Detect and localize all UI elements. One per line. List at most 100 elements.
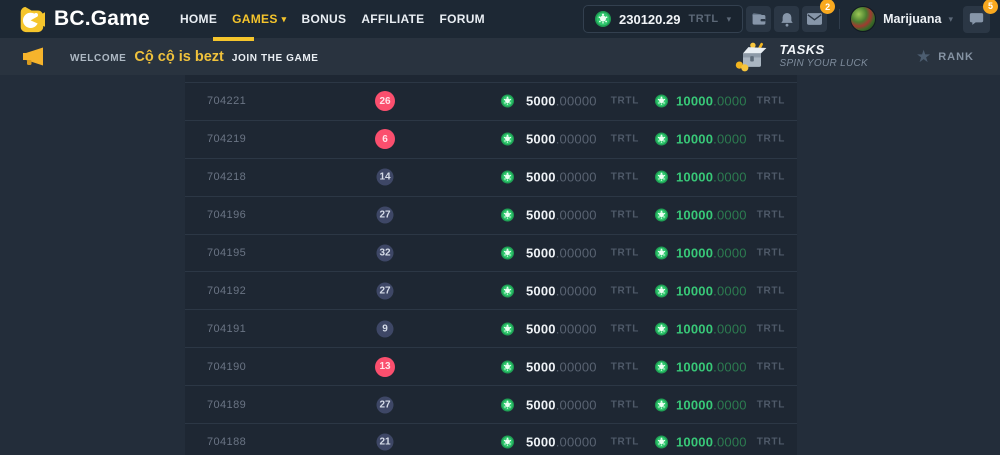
wallet-icon — [751, 12, 767, 26]
balance-amount: 230120.29 — [619, 12, 680, 27]
welcome-prefix: WELCOME — [70, 53, 126, 64]
bet-amount: 5000.00000 — [526, 321, 597, 336]
announcement-banner: WELCOME Cộ cộ is bezt JOIN THE GAME TASK… — [0, 38, 1000, 75]
main-nav: HOME GAMES▾ BONUS AFFILIATE FORUM — [180, 12, 485, 26]
user-name: Marijuana — [883, 12, 941, 26]
table-row[interactable]: 704191 9 5000.00000 TRTL 10000.0000 TRTL — [185, 309, 797, 347]
roll-result-badge: 14 — [377, 169, 394, 186]
table-row[interactable]: 704188 21 5000.00000 TRTL 10000.0000 TRT… — [185, 423, 797, 455]
table-row[interactable]: 704189 27 5000.00000 TRTL 10000.0000 TRT… — [185, 385, 797, 423]
bet-id: 704195 — [207, 247, 246, 259]
win-amount: 10000.0000 — [676, 435, 747, 450]
chevron-down-icon: ▾ — [727, 15, 732, 24]
nav-item-forum[interactable]: FORUM — [439, 12, 485, 26]
wallet-button[interactable] — [746, 6, 771, 32]
trtl-coin-icon — [501, 360, 514, 373]
bet-currency: TRTL — [611, 399, 639, 410]
user-menu[interactable]: Marijuana ▾ — [850, 6, 953, 32]
win-amount: 10000.0000 — [676, 94, 747, 109]
trtl-coin-icon — [501, 436, 514, 449]
win-currency: TRTL — [757, 96, 785, 107]
bet-amount: 5000.00000 — [526, 435, 597, 450]
table-row[interactable]: 704218 14 5000.00000 TRTL 10000.0000 TRT… — [185, 158, 797, 196]
table-row[interactable]: 704190 13 5000.00000 TRTL 10000.0000 TRT… — [185, 347, 797, 385]
win-currency: TRTL — [757, 323, 785, 334]
win-currency: TRTL — [757, 210, 785, 221]
win-amount: 10000.0000 — [676, 397, 747, 412]
notifications-button[interactable] — [774, 6, 799, 32]
nav-item-games[interactable]: GAMES▾ — [232, 12, 286, 26]
trtl-coin-icon — [501, 209, 514, 222]
trtl-coin-icon — [655, 284, 668, 297]
roll-result-badge: 9 — [377, 320, 394, 337]
trtl-coin-icon — [501, 284, 514, 297]
table-row[interactable]: 704192 27 5000.00000 TRTL 10000.0000 TRT… — [185, 271, 797, 309]
table-row[interactable]: 704219 6 5000.00000 TRTL 10000.0000 TRTL — [185, 120, 797, 158]
trtl-coin-icon — [501, 398, 514, 411]
welcome-suffix: JOIN THE GAME — [232, 53, 319, 64]
win-amount: 10000.0000 — [676, 321, 747, 336]
bet-id: 704189 — [207, 399, 246, 411]
win-currency: TRTL — [757, 399, 785, 410]
welcome-message[interactable]: WELCOME Cộ cộ is bezt JOIN THE GAME — [70, 49, 319, 65]
win-amount-cell: 10000.0000 TRTL — [655, 246, 785, 261]
table-row[interactable]: 704196 27 5000.00000 TRTL 10000.0000 TRT… — [185, 196, 797, 234]
nav-item-label: BONUS — [301, 12, 346, 26]
nav-item-label: FORUM — [439, 12, 485, 26]
tasks-text: TASKS SPIN YOUR LUCK — [779, 43, 867, 69]
bet-id: 704192 — [207, 285, 246, 297]
win-amount-cell: 10000.0000 TRTL — [655, 359, 785, 374]
win-currency: TRTL — [757, 248, 785, 259]
bets-table: 704221 26 5000.00000 TRTL 10000.0000 TRT… — [185, 75, 797, 455]
bet-id: 704190 — [207, 361, 246, 373]
bet-amount-cell: 5000.00000 TRTL — [501, 94, 639, 109]
win-amount: 10000.0000 — [676, 359, 747, 374]
bet-amount: 5000.00000 — [526, 359, 597, 374]
top-nav-bar: BC.Game HOME GAMES▾ BONUS AFFILIATE FORUM 23… — [0, 0, 1000, 38]
tasks-widget[interactable]: TASKS SPIN YOUR LUCK — [734, 41, 867, 73]
welcome-player-name: Cộ cộ is bezt — [134, 49, 223, 65]
bet-currency: TRTL — [611, 361, 639, 372]
bet-currency: TRTL — [611, 210, 639, 221]
tasks-title: TASKS — [779, 43, 867, 58]
table-row[interactable]: 704195 32 5000.00000 TRTL 10000.0000 TRT… — [185, 234, 797, 272]
avatar — [850, 6, 876, 32]
bet-id: 704219 — [207, 133, 246, 145]
trtl-coin-icon — [655, 95, 668, 108]
bet-amount: 5000.00000 — [526, 94, 597, 109]
win-amount-cell: 10000.0000 TRTL — [655, 208, 785, 223]
trtl-coin-icon — [655, 436, 668, 449]
messages-button[interactable]: 2 — [802, 6, 827, 32]
bet-currency: TRTL — [611, 172, 639, 183]
nav-item-bonus[interactable]: BONUS — [301, 12, 346, 26]
win-currency: TRTL — [757, 437, 785, 448]
rank-widget[interactable]: ★ RANK — [916, 48, 974, 65]
trtl-coin-icon — [655, 171, 668, 184]
win-currency: TRTL — [757, 285, 785, 296]
chat-button[interactable]: 5 — [963, 6, 990, 33]
nav-item-label: AFFILIATE — [361, 12, 424, 26]
bet-id: 704191 — [207, 323, 246, 335]
win-currency: TRTL — [757, 361, 785, 372]
win-amount-cell: 10000.0000 TRTL — [655, 132, 785, 147]
bet-currency: TRTL — [611, 285, 639, 296]
bet-amount-cell: 5000.00000 TRTL — [501, 283, 639, 298]
bet-id: 704196 — [207, 209, 246, 221]
nav-item-home[interactable]: HOME — [180, 12, 217, 26]
balance-selector[interactable]: 230120.29 TRTL ▾ — [583, 5, 743, 33]
trtl-coin-icon — [655, 209, 668, 222]
chat-icon — [969, 12, 984, 26]
mail-badge: 2 — [820, 0, 835, 14]
bet-amount: 5000.00000 — [526, 246, 597, 261]
bet-id: 704188 — [207, 436, 246, 448]
tasks-subtitle: SPIN YOUR LUCK — [779, 58, 867, 70]
bet-currency: TRTL — [611, 248, 639, 259]
header-right-cluster: 230120.29 TRTL ▾ 2 — [583, 5, 990, 33]
bet-amount-cell: 5000.00000 TRTL — [501, 208, 639, 223]
trtl-coin-icon — [655, 322, 668, 335]
chevron-down-icon: ▾ — [948, 15, 953, 24]
bcgame-logo[interactable]: BC.Game — [18, 6, 150, 33]
roll-result-badge: 13 — [375, 357, 395, 377]
table-row[interactable]: 704221 26 5000.00000 TRTL 10000.0000 TRT… — [185, 82, 797, 120]
nav-item-affiliate[interactable]: AFFILIATE — [361, 12, 424, 26]
